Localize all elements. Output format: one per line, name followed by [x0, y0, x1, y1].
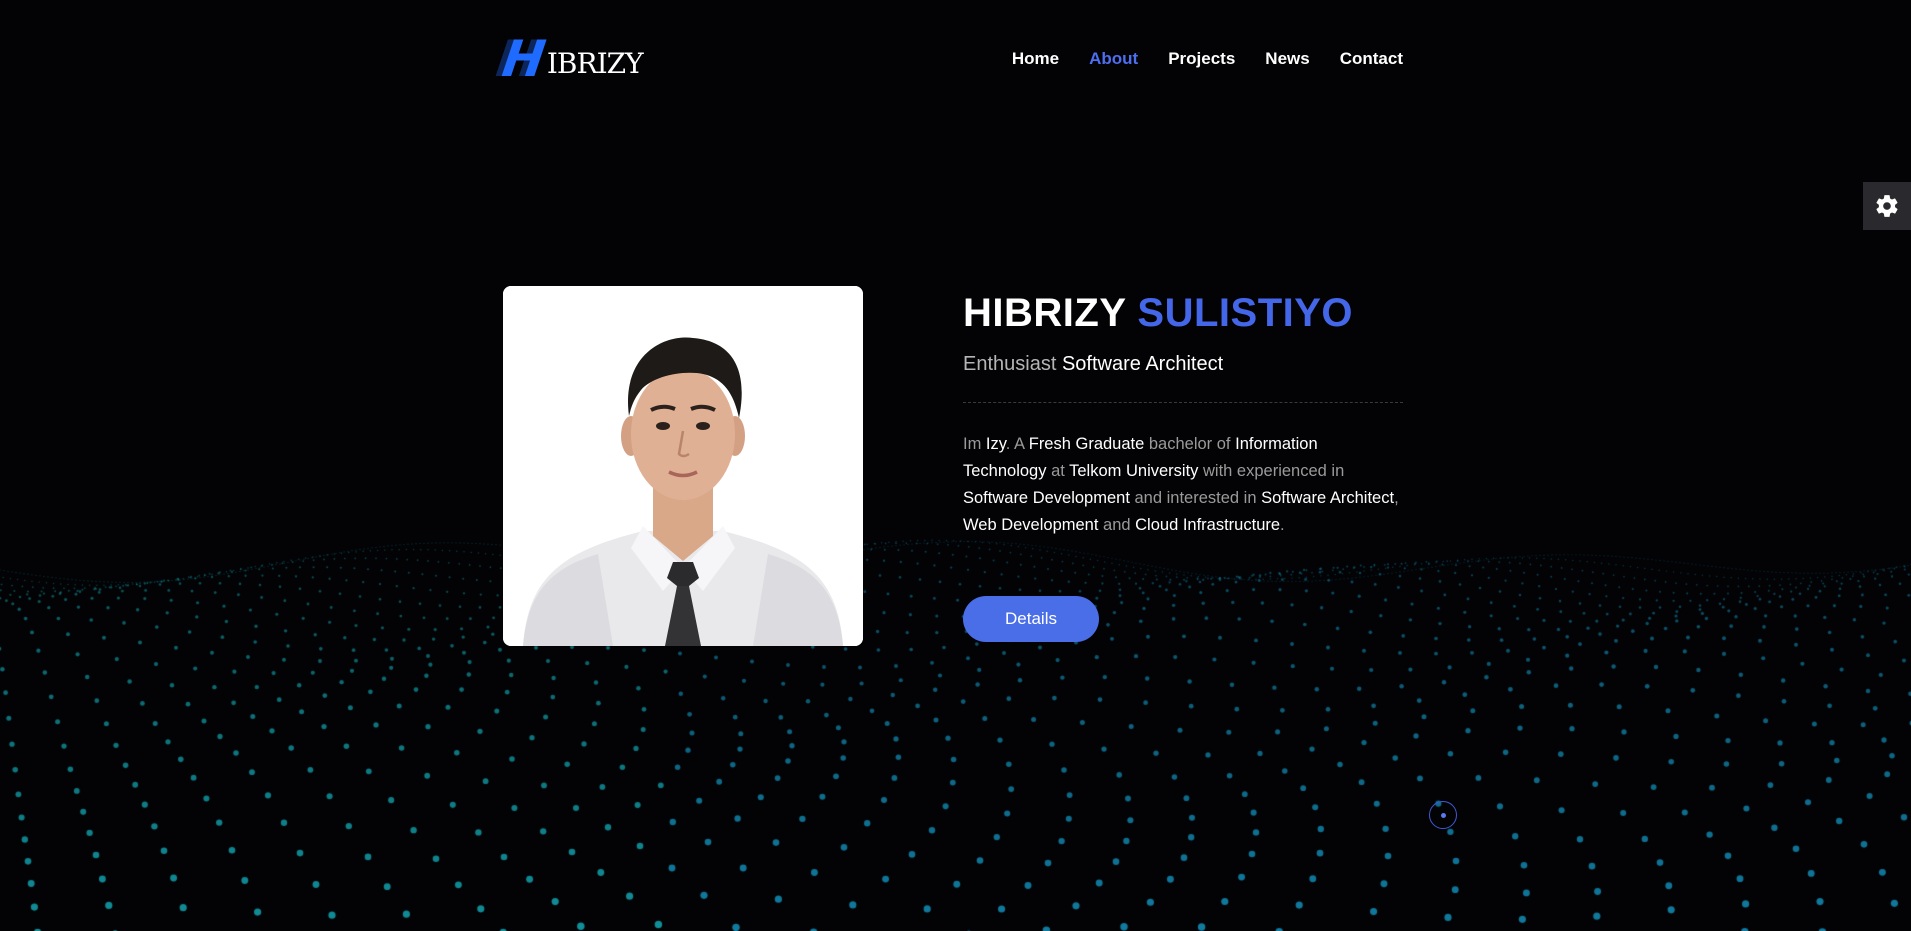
nav-news[interactable]: News: [1265, 49, 1309, 69]
logo-mark: H: [498, 30, 549, 88]
bio-text: at: [1046, 462, 1070, 480]
role-prefix: Enthusiast: [963, 353, 1057, 375]
nav-about[interactable]: About: [1089, 49, 1138, 69]
details-button[interactable]: Details: [963, 595, 1099, 642]
bio-text: ,: [1394, 489, 1399, 507]
bio-highlight: Telkom University: [1069, 462, 1199, 480]
nav-projects[interactable]: Projects: [1168, 49, 1235, 69]
bio-highlight: Fresh Graduate: [1028, 435, 1145, 453]
particle-wave-background: [0, 0, 1911, 931]
divider: [963, 402, 1403, 403]
bio-highlight: Software Architect: [1261, 489, 1395, 507]
bio-text: . A: [1005, 435, 1029, 453]
bio-text: Im: [963, 435, 986, 453]
bio-text: .: [1280, 516, 1285, 534]
portrait-illustration: [503, 286, 863, 646]
profile-name: HIBRIZY SULISTIYO: [963, 289, 1403, 337]
bio-text: bachelor of: [1144, 435, 1236, 453]
bio-highlight: Izy: [985, 435, 1006, 453]
bio-text: and: [1098, 516, 1136, 534]
profile-bio: Im Izy. A Fresh Graduate bachelor of Inf…: [963, 431, 1403, 539]
first-name: HIBRIZY: [963, 291, 1126, 335]
about-info: HIBRIZY SULISTIYO Enthusiast Software Ar…: [963, 286, 1403, 642]
bio-highlight: Cloud Infrastructure: [1135, 516, 1281, 534]
bio-text: with experienced in: [1198, 462, 1345, 480]
scroll-indicator[interactable]: [1429, 801, 1457, 829]
main-nav: Home About Projects News Contact: [982, 30, 1403, 88]
nav-home[interactable]: Home: [1012, 49, 1059, 69]
last-name: SULISTIYO: [1137, 291, 1354, 335]
bio-text: and interested in: [1129, 489, 1262, 507]
logo-text: IBRIZY: [546, 46, 644, 80]
gear-icon: [1876, 195, 1898, 217]
role-title: Software Architect: [1061, 353, 1224, 375]
nav-contact[interactable]: Contact: [1340, 49, 1403, 69]
bio-highlight: Web Development: [963, 516, 1099, 534]
bio-highlight: Software Development: [963, 489, 1130, 507]
site-header: H IBRIZY Home About Projects News Contac…: [499, 30, 1403, 88]
settings-button[interactable]: [1863, 182, 1911, 230]
profile-role: Enthusiast Software Architect: [963, 353, 1403, 376]
profile-photo: [503, 286, 863, 646]
site-logo[interactable]: H IBRIZY: [499, 30, 644, 88]
